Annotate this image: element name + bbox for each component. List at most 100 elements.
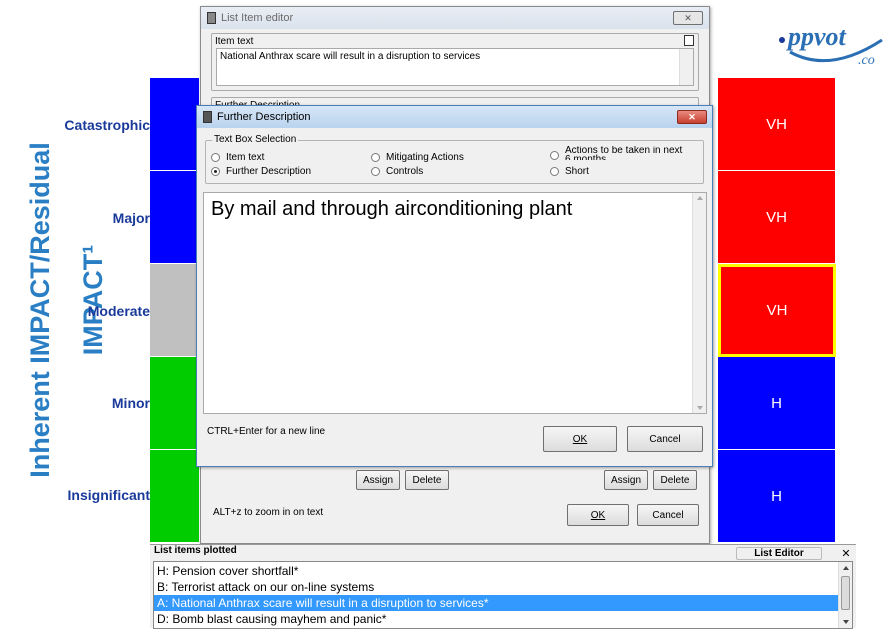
cell-value: VH bbox=[766, 302, 788, 319]
window-icon bbox=[207, 12, 216, 24]
grid-cell-major[interactable] bbox=[150, 171, 200, 264]
description-text: By mail and through airconditioning plan… bbox=[211, 198, 573, 220]
newline-hint: CTRL+Enter for a new line bbox=[207, 426, 326, 437]
cancel-button[interactable]: Cancel bbox=[627, 426, 703, 452]
cell-value: VH bbox=[766, 208, 787, 226]
cell-value: H bbox=[771, 394, 782, 412]
item-text-scrollbar[interactable] bbox=[679, 49, 693, 85]
radio-indicator bbox=[550, 167, 559, 176]
grid-cell-vh-1[interactable]: VH bbox=[718, 78, 836, 171]
list-items-plotted-title: List items plotted bbox=[154, 545, 237, 556]
description-scrollbar[interactable] bbox=[692, 193, 706, 413]
zoom-icon[interactable] bbox=[684, 35, 694, 46]
grid-cell-moderate[interactable] bbox=[150, 264, 200, 357]
list-item-text: H: Pension cover shortfall* bbox=[157, 564, 299, 578]
grid-cell-vh-2[interactable]: VH bbox=[718, 171, 836, 264]
scroll-thumb[interactable] bbox=[841, 576, 850, 610]
ok-button[interactable]: OK bbox=[543, 426, 617, 452]
panel-close-button[interactable]: ✕ bbox=[838, 547, 854, 560]
grid-cell-catastrophic[interactable] bbox=[150, 78, 200, 171]
scroll-up-icon[interactable] bbox=[843, 566, 849, 570]
list-item-editor-title: List Item editor bbox=[221, 12, 294, 24]
radio-item-text[interactable]: Item text bbox=[211, 152, 264, 163]
close-icon: ✕ bbox=[841, 548, 851, 560]
radio-short[interactable]: Short bbox=[550, 166, 589, 177]
further-description-title: Further Description bbox=[217, 111, 311, 123]
item-text-label: Item text bbox=[215, 36, 254, 47]
list-item-text: A: National Anthrax scare will result in… bbox=[157, 596, 489, 610]
axis-label-line2: IMPACT¹ bbox=[78, 244, 108, 356]
radio-indicator bbox=[211, 167, 220, 176]
cell-value: VH bbox=[766, 115, 787, 133]
item-text-field[interactable]: National Anthrax scare will result in a … bbox=[216, 48, 694, 86]
radio-mitigating-actions[interactable]: Mitigating Actions bbox=[371, 152, 464, 163]
scroll-up-icon[interactable] bbox=[697, 196, 703, 200]
severity-label-minor: Minor bbox=[111, 395, 150, 411]
radio-label: Actions to be taken in next 6 months bbox=[565, 146, 683, 160]
list-items-listbox[interactable]: H: Pension cover shortfall* B: Terrorist… bbox=[153, 561, 853, 629]
zoom-hint: ALT+z to zoom in on text bbox=[213, 507, 324, 518]
close-button[interactable]: ✕ bbox=[673, 11, 703, 25]
radio-indicator bbox=[211, 153, 220, 162]
list-item-text: B: Terrorist attack on our on-line syste… bbox=[157, 580, 375, 594]
grid-cell-h-1[interactable]: H bbox=[718, 357, 836, 450]
severity-label-catastrophic: Catastrophic bbox=[64, 117, 150, 133]
item-text-group: Item text National Anthrax scare will re… bbox=[211, 33, 699, 91]
radio-label: Mitigating Actions bbox=[386, 152, 464, 163]
window-icon bbox=[203, 111, 212, 123]
radio-label: Further Description bbox=[226, 166, 312, 177]
severity-label-insignificant: Insignificant bbox=[67, 487, 150, 503]
further-description-titlebar[interactable]: Further Description bbox=[197, 106, 712, 128]
cancel-button[interactable]: Cancel bbox=[637, 504, 699, 526]
item-text-value: National Anthrax scare will result in a … bbox=[220, 51, 481, 62]
ok-button[interactable]: OK bbox=[567, 504, 629, 526]
ok-label: OK bbox=[572, 433, 588, 445]
close-button[interactable]: ✕ bbox=[677, 110, 707, 124]
radio-label: Controls bbox=[386, 166, 424, 177]
list-item-text: D: Bomb blast causing mayhem and panic* bbox=[157, 612, 387, 626]
list-scrollbar[interactable] bbox=[838, 562, 852, 628]
grid-cell-minor[interactable] bbox=[150, 357, 200, 450]
scroll-down-icon[interactable] bbox=[697, 406, 703, 410]
radio-label: Short bbox=[565, 166, 589, 177]
company-logo: ppvot .co bbox=[770, 12, 884, 72]
cell-value: H bbox=[771, 487, 782, 505]
list-item[interactable]: H: Pension cover shortfall* bbox=[154, 563, 838, 579]
description-textarea[interactable]: By mail and through airconditioning plan… bbox=[203, 192, 707, 414]
assign-button[interactable]: Assign bbox=[356, 470, 400, 490]
radio-indicator bbox=[371, 153, 380, 162]
list-item[interactable]: B: Terrorist attack on our on-line syste… bbox=[154, 579, 838, 595]
svg-text:ppvot: ppvot bbox=[786, 22, 847, 51]
further-description-window: Further Description ✕ Text Box Selection… bbox=[196, 105, 713, 467]
radio-controls[interactable]: Controls bbox=[371, 166, 423, 177]
logo-swoosh-icon: ppvot .co bbox=[779, 22, 883, 68]
list-item-selected[interactable]: A: National Anthrax scare will result in… bbox=[154, 595, 838, 611]
axis-label-2: IMPACT¹ bbox=[75, 225, 111, 375]
radio-further-description[interactable]: Further Description bbox=[211, 166, 311, 177]
scroll-down-icon[interactable] bbox=[843, 620, 849, 624]
cancel-label: Cancel bbox=[649, 433, 681, 445]
close-icon: ✕ bbox=[688, 111, 696, 122]
ok-label: OK bbox=[590, 509, 606, 521]
list-editor-button[interactable]: List Editor bbox=[736, 547, 822, 560]
radio-actions-next-6-months[interactable]: Actions to be taken in next 6 months bbox=[550, 146, 685, 160]
delete-button-2[interactable]: Delete bbox=[653, 470, 697, 490]
text-box-selection-label: Text Box Selection bbox=[212, 134, 299, 145]
radio-indicator bbox=[550, 151, 559, 160]
cancel-label: Cancel bbox=[652, 509, 684, 521]
grid-cell-h-2[interactable]: H bbox=[718, 450, 836, 543]
svg-text:.co: .co bbox=[858, 53, 875, 68]
severity-label-major: Major bbox=[112, 210, 150, 226]
list-editor-label: List Editor bbox=[754, 548, 804, 559]
delete-button[interactable]: Delete bbox=[405, 470, 449, 490]
grid-cell-insignificant[interactable] bbox=[150, 450, 200, 543]
severity-label-moderate: Moderate bbox=[87, 303, 150, 319]
assign-button-2[interactable]: Assign bbox=[604, 470, 648, 490]
radio-indicator bbox=[371, 167, 380, 176]
close-icon: ✕ bbox=[684, 12, 692, 23]
list-items-plotted-panel: List items plotted List Editor ✕ H: Pens… bbox=[150, 544, 856, 629]
list-item[interactable]: D: Bomb blast causing mayhem and panic* bbox=[154, 611, 838, 627]
grid-cell-vh-3[interactable]: VH bbox=[718, 264, 836, 357]
list-item-editor-titlebar[interactable]: List Item editor bbox=[201, 7, 709, 29]
radio-label: Item text bbox=[226, 152, 265, 163]
